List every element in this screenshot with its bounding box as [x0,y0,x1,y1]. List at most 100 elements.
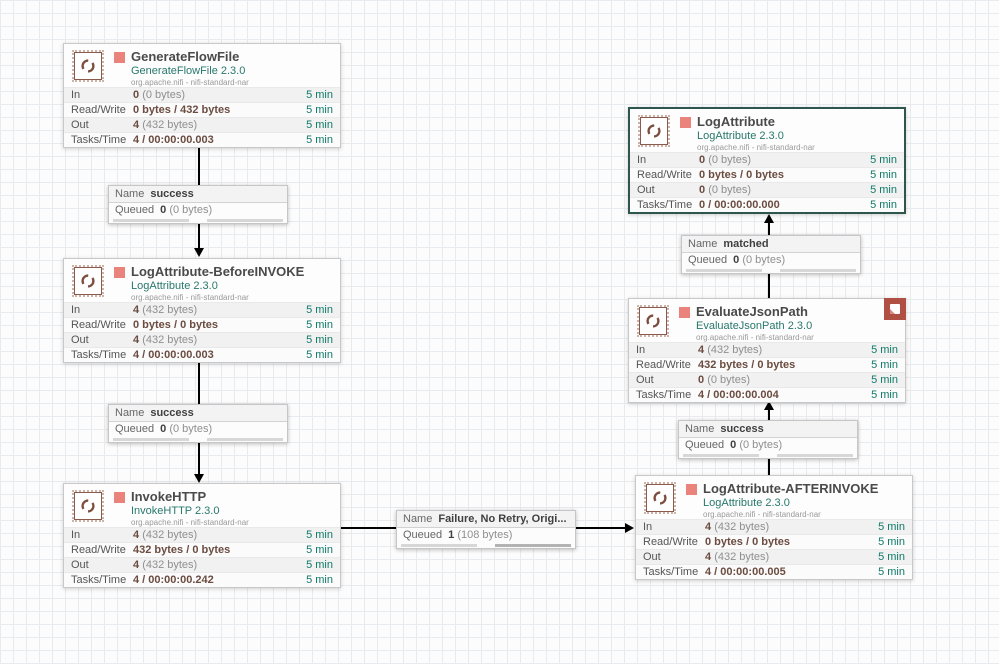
stat-row-in: In 4 (432 bytes) 5 min [629,342,905,357]
backpressure-bars [109,218,287,223]
stat-row-out: Out 4 (432 bytes) 5 min [64,117,340,132]
stat-row-out: Out 0 (0 bytes) 5 min [629,372,905,387]
processor-type: EvaluateJsonPath 2.3.0 [696,319,813,332]
processor-stats: In 0 (0 bytes) 5 min Read/Write 0 bytes / 0… [630,152,904,212]
connection-name: success [150,188,194,200]
connection-queued-row: Queued 0 (0 bytes) [109,203,287,218]
queued-key: Queued [115,204,155,216]
connection-name: Failure, No Retry, Origi... [438,513,567,525]
processor-logattribute-afterinvoke[interactable]: LogAttribute-AFTERINVOKE LogAttribute 2.… [635,475,913,580]
arrowhead-icon [625,523,634,533]
connection-name-row: Name Failure, No Retry, Origi... [397,511,575,528]
stat-row-readwrite: Read/Write 0 bytes / 432 bytes 5 min [64,102,340,117]
processor-invokehttp[interactable]: InvokeHTTP InvokeHTTP 2.3.0 org.apache.n… [63,483,341,588]
connection-label[interactable]: Name matched Queued 0 (0 bytes) [681,235,861,274]
processor-logattribute-beforeinvoke[interactable]: LogAttribute-BeforeINVOKE LogAttribute 2… [63,258,341,363]
processor-type: LogAttribute 2.3.0 [131,279,218,292]
queued-size: (0 bytes) [169,423,213,435]
processor-logattribute[interactable]: LogAttribute LogAttribute 2.3.0 org.apac… [628,107,906,214]
queued-size: (0 bytes) [742,254,786,266]
processor-bundle: org.apache.nifi - nifi-standard-nar [131,292,249,302]
stat-row-readwrite: Read/Write 0 bytes / 0 bytes 5 min [64,317,340,332]
processor-type: GenerateFlowFile 2.3.0 [131,64,246,77]
connection-label[interactable]: Name success Queued 0 (0 bytes) [678,420,858,459]
stat-row-tasks: Tasks/Time 4 / 00:00:00.005 5 min [636,564,912,579]
arrowhead-icon [194,248,204,257]
connection-queued-row: Queued 0 (0 bytes) [679,438,857,453]
connection-name-row: Name matched [682,236,860,253]
processor-name: GenerateFlowFile [131,50,240,64]
stat-row-tasks: Tasks/Time 0 / 00:00:00.000 5 min [630,197,904,212]
processor-stamp-icon [637,305,669,337]
processor-bundle: org.apache.nifi - nifi-standard-nar [131,77,249,87]
connection-queued-row: Queued 0 (0 bytes) [682,253,860,268]
processor-type: LogAttribute 2.3.0 [703,496,790,509]
queued-count: 0 [730,439,737,451]
processor-stamp-icon [644,482,676,514]
queued-count: 0 [160,423,167,435]
queued-count: 0 [733,254,740,266]
queued-key: Queued [688,254,728,266]
stopped-state-icon [114,492,125,503]
queued-count: 0 [160,204,167,216]
processor-name: LogAttribute [697,115,775,129]
stat-row-in: In 4 (432 bytes) 5 min [64,302,340,317]
queued-key: Queued [115,423,155,435]
name-key: Name [115,407,145,419]
stat-row-readwrite: Read/Write 0 bytes / 0 bytes 5 min [630,167,904,182]
processor-stamp-icon [72,265,104,297]
connection-queued-row: Queued 1 (108 bytes) [397,528,575,543]
stat-row-tasks: Tasks/Time 4 / 00:00:00.242 5 min [64,572,340,587]
connection-label[interactable]: Name success Queued 0 (0 bytes) [108,404,288,443]
stopped-state-icon [114,52,125,63]
connection-label[interactable]: Name success Queued 0 (0 bytes) [108,185,288,224]
stat-row-in: In 0 (0 bytes) 5 min [64,87,340,102]
processor-name: LogAttribute-BeforeINVOKE [131,265,305,279]
processor-stamp-icon [72,490,104,522]
processor-type: LogAttribute 2.3.0 [697,129,784,142]
queued-size: (0 bytes) [739,439,783,451]
queued-size: (0 bytes) [169,204,213,216]
stopped-state-icon [114,267,125,278]
flow-canvas[interactable]: Name success Queued 0 (0 bytes) Name succes… [0,0,999,664]
processor-stats: In 0 (0 bytes) 5 min Read/Write 0 bytes / 4… [64,87,340,147]
connection-label[interactable]: Name Failure, No Retry, Origi... Queued 1 … [396,510,576,549]
name-key: Name [688,238,718,250]
connection-name-row: Name success [109,405,287,422]
connection-name: success [720,423,764,435]
connection-queued-row: Queued 0 (0 bytes) [109,422,287,437]
stat-row-tasks: Tasks/Time 4 / 00:00:00.003 5 min [64,347,340,362]
name-key: Name [403,513,433,525]
stat-row-in: In 0 (0 bytes) 5 min [630,152,904,167]
stat-row-out: Out 4 (432 bytes) 5 min [64,557,340,572]
arrowhead-icon [194,474,204,483]
stat-row-tasks: Tasks/Time 4 / 00:00:00.004 5 min [629,387,905,402]
queued-count: 1 [448,529,455,541]
queued-size: (108 bytes) [457,529,513,541]
stat-row-out: Out 4 (432 bytes) 5 min [636,549,912,564]
arrowhead-icon [764,214,774,223]
processor-stamp-icon [72,50,104,82]
queued-key: Queued [403,529,443,541]
processor-name: InvokeHTTP [131,490,207,504]
stat-row-out: Out 4 (432 bytes) 5 min [64,332,340,347]
stopped-state-icon [680,117,691,128]
processor-bundle: org.apache.nifi - nifi-standard-nar [703,509,821,519]
processor-bundle: org.apache.nifi - nifi-standard-nar [131,517,249,527]
stat-row-readwrite: Read/Write 0 bytes / 0 bytes 5 min [636,534,912,549]
processor-stats: In 4 (432 bytes) 5 min Read/Write 432 bytes… [629,342,905,402]
processor-name: EvaluateJsonPath [696,305,808,319]
stat-row-out: Out 0 (0 bytes) 5 min [630,182,904,197]
processor-generateflowfile[interactable]: GenerateFlowFile GenerateFlowFile 2.3.0 … [63,43,341,148]
stat-row-tasks: Tasks/Time 4 / 00:00:00.003 5 min [64,132,340,147]
processor-stats: In 4 (432 bytes) 5 min Read/Write 432 bytes… [64,527,340,587]
processor-evaluatejsonpath[interactable]: EvaluateJsonPath EvaluateJsonPath 2.3.0 … [628,298,906,403]
processor-stats: In 4 (432 bytes) 5 min Read/Write 0 bytes /… [64,302,340,362]
processor-bundle: org.apache.nifi - nifi-standard-nar [696,332,814,342]
stat-row-in: In 4 (432 bytes) 5 min [64,527,340,542]
connection-name: success [150,407,194,419]
stat-row-readwrite: Read/Write 432 bytes / 0 bytes 5 min [629,357,905,372]
queued-key: Queued [685,439,725,451]
stat-row-in: In 4 (432 bytes) 5 min [636,519,912,534]
processor-stamp-icon [638,115,670,147]
